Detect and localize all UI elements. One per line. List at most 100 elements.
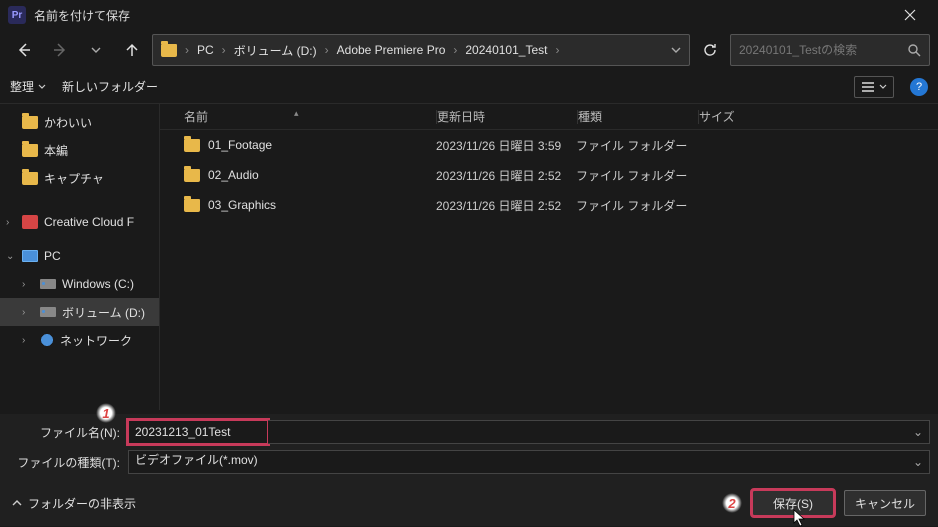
hide-folders-label: フォルダーの非表示 — [28, 495, 136, 512]
cancel-label: キャンセル — [855, 495, 915, 512]
folder-icon — [161, 44, 177, 57]
close-button[interactable] — [890, 0, 930, 30]
breadcrumb-premiere[interactable]: Adobe Premiere Pro — [337, 43, 446, 57]
organize-menu[interactable]: 整理 — [10, 78, 46, 95]
search-icon — [907, 43, 921, 57]
column-label: 更新日時 — [437, 110, 485, 124]
up-button[interactable] — [116, 34, 148, 66]
file-row[interactable]: 03_Graphics 2023/11/26 日曜日 2:52 ファイル フォル… — [160, 190, 938, 220]
filename-input[interactable] — [135, 421, 261, 443]
file-date: 2023/11/26 日曜日 2:52 — [436, 167, 576, 184]
folder-icon — [22, 116, 38, 129]
breadcrumb-project[interactable]: 20240101_Test — [465, 43, 547, 57]
tree-label: 本編 — [44, 142, 68, 159]
column-size[interactable]: サイズ — [699, 108, 779, 125]
column-date[interactable]: 更新日時 — [437, 108, 577, 125]
tree-item-creative-cloud[interactable]: ›Creative Cloud F — [0, 208, 159, 236]
tree-label: ネットワーク — [60, 332, 132, 349]
new-folder-button[interactable]: 新しいフォルダー — [62, 78, 158, 95]
chevron-down-icon: ⌄ — [913, 425, 923, 439]
column-label: 名前 — [184, 110, 208, 124]
column-name[interactable]: 名前 ▴ — [184, 108, 436, 125]
column-type[interactable]: 種類 — [578, 108, 698, 125]
tree-item-honpen[interactable]: 本編 — [0, 136, 159, 164]
search-box[interactable] — [730, 34, 930, 66]
folder-icon — [22, 172, 38, 185]
chevron-right-icon: › — [22, 307, 25, 318]
tree-item-kawaii[interactable]: かわいい — [0, 108, 159, 136]
file-name: 02_Audio — [208, 168, 259, 182]
folder-icon — [184, 199, 200, 212]
file-row[interactable]: 01_Footage 2023/11/26 日曜日 3:59 ファイル フォルダ… — [160, 130, 938, 160]
tree-label: PC — [44, 249, 61, 263]
address-dropdown[interactable] — [671, 45, 681, 55]
chevron-down-icon — [671, 45, 681, 55]
chevron-right-icon: › — [555, 43, 559, 57]
pc-icon — [22, 250, 38, 262]
filename-input-extent[interactable]: ⌄ — [268, 420, 930, 444]
tree-label: かわいい — [44, 114, 92, 131]
chevron-down-icon — [91, 45, 101, 55]
cursor-icon — [793, 509, 807, 527]
annotation-badge-1: 1 — [96, 403, 116, 423]
window-title: 名前を付けて保存 — [34, 7, 890, 24]
filetype-select[interactable]: ビデオファイル(*.mov) ⌄ — [128, 450, 930, 474]
search-input[interactable] — [739, 43, 907, 57]
file-type: ファイル フォルダー — [576, 197, 696, 214]
save-button[interactable]: 保存(S) — [752, 490, 834, 516]
breadcrumb-volume-d[interactable]: ボリューム (D:) — [234, 42, 317, 59]
tree-item-windows-c[interactable]: ›Windows (C:) — [0, 270, 159, 298]
arrow-left-icon — [16, 42, 32, 58]
folder-tree[interactable]: かわいい 本編 キャプチャ ›Creative Cloud F ⌄PC ›Win… — [0, 104, 160, 410]
hide-folders-toggle[interactable]: フォルダーの非表示 — [12, 495, 136, 512]
tree-item-pc[interactable]: ⌄ PC — [0, 242, 159, 270]
tree-item-capture[interactable]: キャプチャ — [0, 164, 159, 192]
chevron-up-icon — [12, 498, 22, 508]
file-row[interactable]: 02_Audio 2023/11/26 日曜日 2:52 ファイル フォルダー — [160, 160, 938, 190]
drive-icon — [40, 279, 56, 289]
folder-icon — [184, 139, 200, 152]
sort-indicator-icon: ▴ — [294, 108, 299, 119]
chevron-right-icon: › — [453, 43, 457, 57]
view-mode-button[interactable] — [854, 76, 894, 98]
list-view-icon — [861, 81, 875, 93]
close-icon — [904, 9, 916, 21]
forward-button[interactable] — [44, 34, 76, 66]
file-date: 2023/11/26 日曜日 3:59 — [436, 137, 576, 154]
back-button[interactable] — [8, 34, 40, 66]
chevron-right-icon: › — [22, 335, 25, 346]
help-button[interactable]: ? — [910, 78, 928, 96]
folder-icon — [22, 144, 38, 157]
chevron-right-icon: › — [325, 43, 329, 57]
tree-label: Windows (C:) — [62, 277, 134, 291]
file-name: 01_Footage — [208, 138, 272, 152]
file-type: ファイル フォルダー — [576, 137, 696, 154]
cancel-button[interactable]: キャンセル — [844, 490, 926, 516]
chevron-right-icon: › — [222, 43, 226, 57]
filetype-value: ビデオファイル(*.mov) — [135, 453, 258, 467]
tree-label: Creative Cloud F — [44, 215, 134, 229]
tree-label: キャプチャ — [44, 170, 104, 187]
folder-icon — [184, 169, 200, 182]
address-bar[interactable]: › PC › ボリューム (D:) › Adobe Premiere Pro ›… — [152, 34, 690, 66]
chevron-down-icon: ⌄ — [6, 251, 14, 262]
arrow-right-icon — [52, 42, 68, 58]
file-list[interactable]: 名前 ▴ 更新日時 種類 サイズ 01_Footage 2023/11/26 日曜… — [160, 104, 938, 410]
tree-label: ボリューム (D:) — [62, 304, 145, 321]
filename-label: ファイル名(N): — [8, 424, 120, 441]
refresh-icon — [702, 42, 718, 58]
breadcrumb-pc[interactable]: PC — [197, 43, 214, 57]
recent-dropdown[interactable] — [80, 34, 112, 66]
app-icon: Pr — [8, 6, 26, 24]
column-label: サイズ — [699, 110, 735, 124]
chevron-down-icon — [38, 83, 46, 91]
column-label: 種類 — [578, 110, 602, 124]
file-type: ファイル フォルダー — [576, 167, 696, 184]
filename-input-highlight — [128, 420, 268, 444]
chevron-down-icon: ⌄ — [913, 455, 923, 469]
drive-icon — [40, 307, 56, 317]
chevron-down-icon — [879, 83, 887, 91]
refresh-button[interactable] — [694, 34, 726, 66]
tree-item-network[interactable]: › ネットワーク — [0, 326, 159, 354]
tree-item-volume-d[interactable]: › ボリューム (D:) — [0, 298, 159, 326]
